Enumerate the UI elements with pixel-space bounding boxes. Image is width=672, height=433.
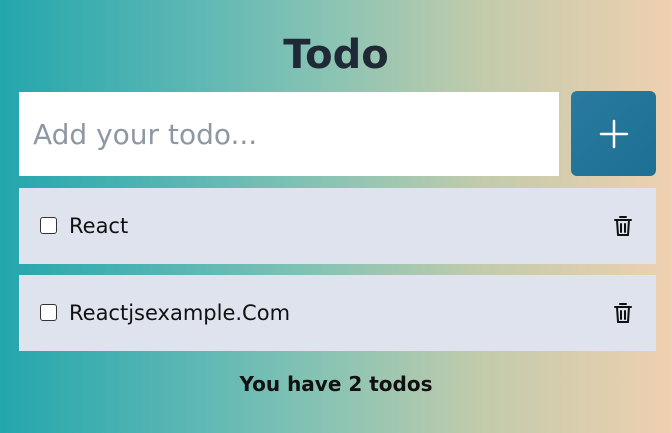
- page-title: Todo: [283, 32, 389, 78]
- todo-item: Reactjsexample.Com: [19, 275, 656, 351]
- todo-label: Reactjsexample.Com: [69, 301, 291, 325]
- trash-icon[interactable]: [611, 214, 635, 238]
- todo-checkbox[interactable]: [40, 217, 57, 234]
- todo-count: You have 2 todos: [239, 372, 433, 396]
- add-todo-button[interactable]: [571, 91, 656, 176]
- todo-input[interactable]: [19, 92, 559, 176]
- todo-item: React: [19, 188, 656, 264]
- trash-icon[interactable]: [611, 301, 635, 325]
- todo-checkbox[interactable]: [40, 304, 57, 321]
- todo-label: React: [69, 214, 129, 238]
- plus-icon: [599, 119, 628, 148]
